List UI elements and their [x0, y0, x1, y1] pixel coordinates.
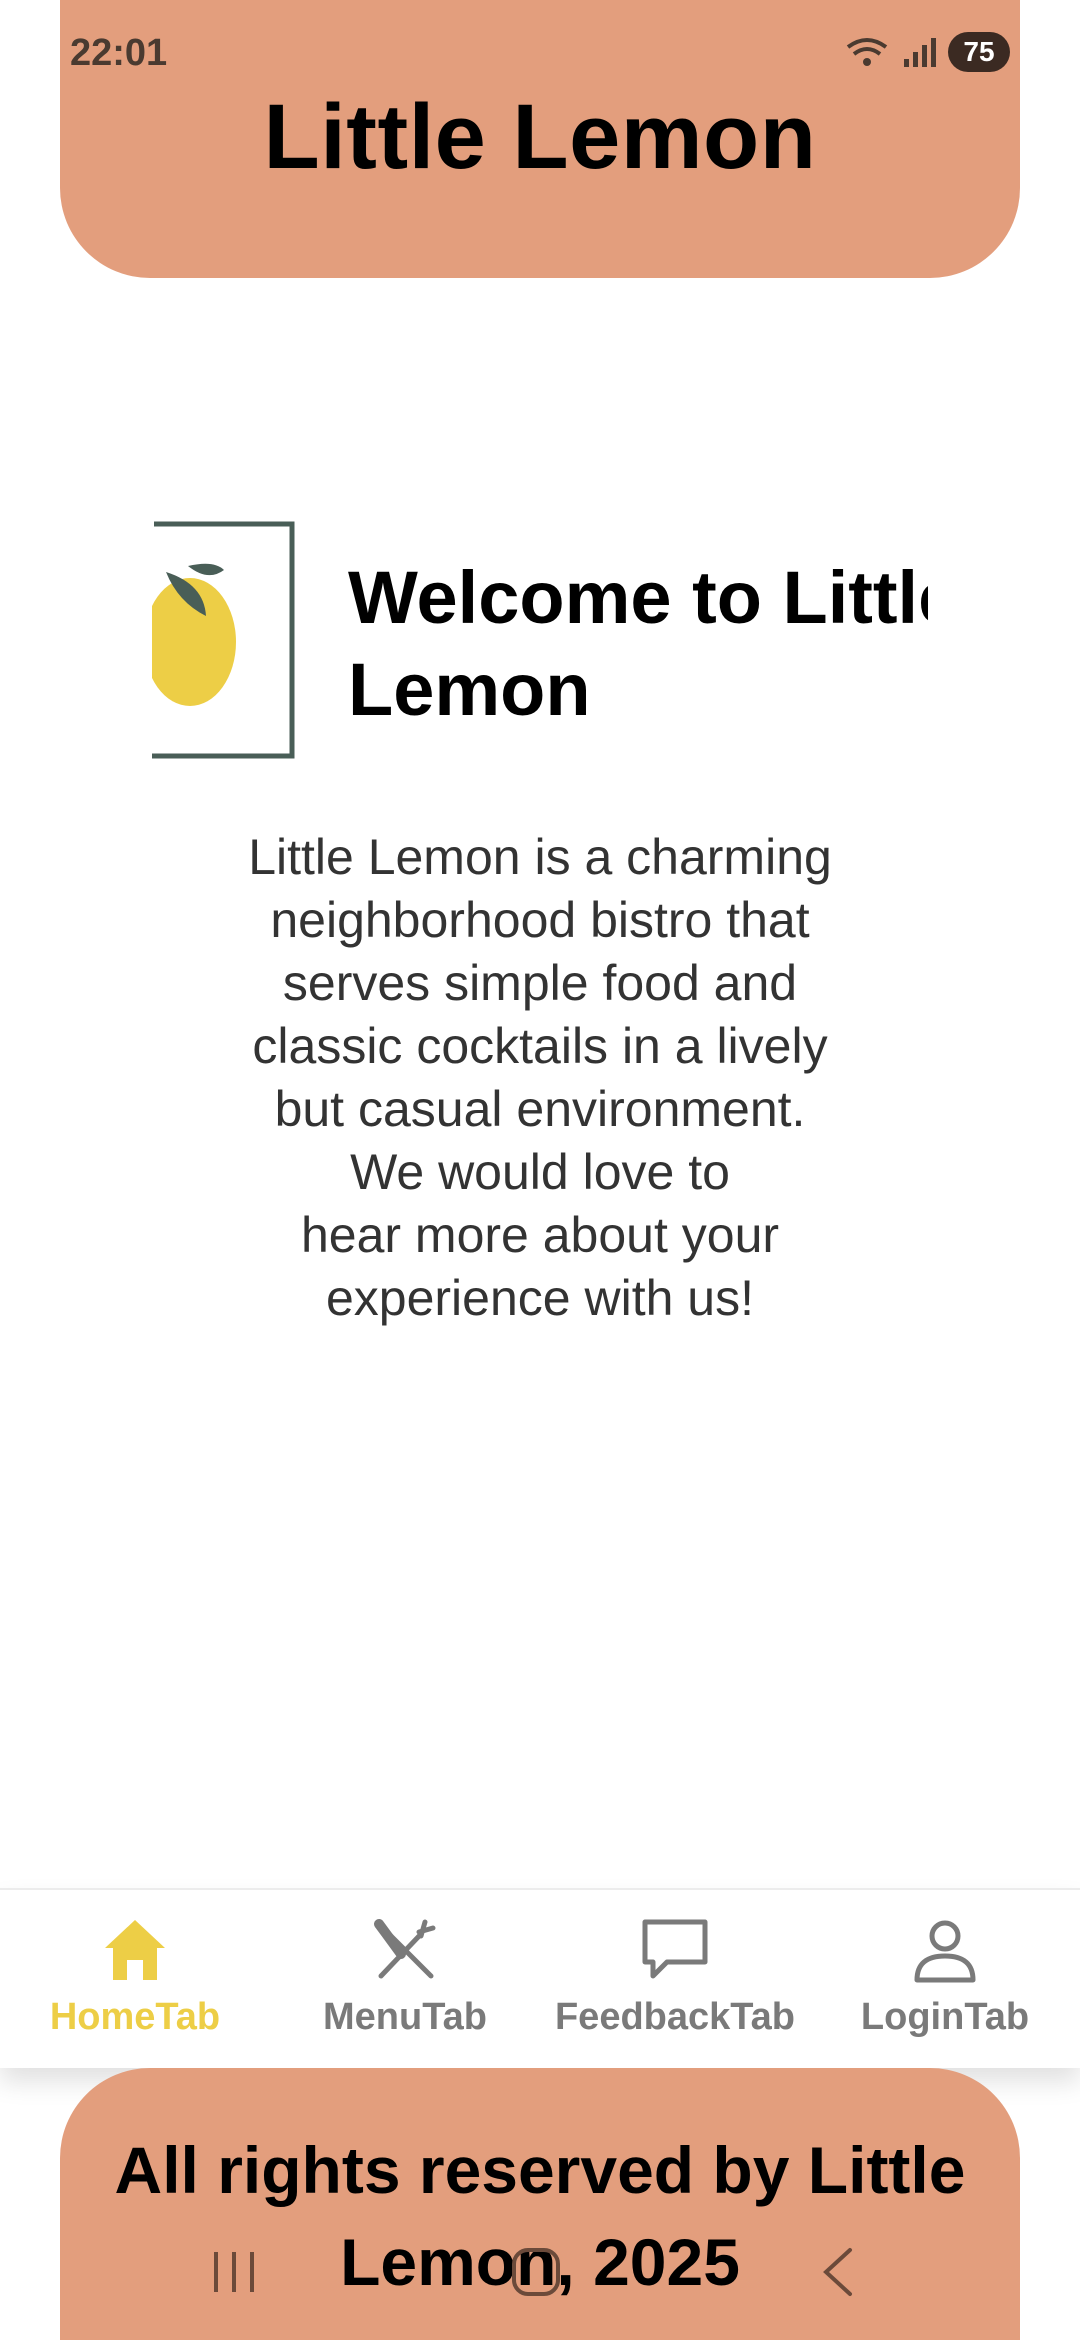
signal-icon: [904, 38, 936, 67]
tab-feedback-label: FeedbackTab: [554, 1996, 796, 2038]
welcome-description: Little Lemon is a charming neighborhood …: [180, 826, 900, 1330]
status-time: 22:01: [70, 32, 168, 74]
description-line: We would love to: [350, 1144, 730, 1200]
tab-login[interactable]: LoginTab: [810, 1890, 1080, 2068]
cutlery-icon: [374, 1919, 436, 1979]
chat-icon: [642, 1919, 708, 1979]
back-icon: [823, 2248, 852, 2296]
tab-menu[interactable]: MenuTab: [270, 1890, 540, 2068]
recents-icon: [214, 2252, 254, 2292]
lemon-icon: [144, 520, 295, 760]
tab-feedback[interactable]: FeedbackTab: [540, 1890, 810, 2068]
person-icon: [914, 1920, 976, 1983]
description-line: Little Lemon is a charming: [248, 829, 832, 885]
description-line: experience with us!: [325, 1270, 754, 1326]
description-line: hear more about your: [300, 1207, 780, 1263]
app-screen: Little Lemon 22:01 75 Welcome to Little …: [0, 0, 1080, 2340]
welcome-title-line-2: Lemon: [348, 648, 591, 731]
lemon-logo: [144, 520, 296, 760]
description-line: neighborhood bistro that: [270, 892, 810, 948]
home-icon: [105, 1920, 165, 1980]
bottom-tab-bar: HomeTab MenuTab FeedbackTab LoginTab: [0, 1888, 1080, 2068]
welcome-title: Welcome to Little Lemon: [348, 552, 928, 742]
tab-home-label: HomeTab: [49, 1996, 221, 2038]
description-line: classic cocktails in a lively: [252, 1018, 828, 1074]
footer-text: All rights reserved by Little Lemon, 202…: [115, 2124, 966, 2340]
description-line: serves simple food and: [282, 955, 798, 1011]
tab-login-label: LoginTab: [860, 1996, 1030, 2038]
home-system-button[interactable]: [506, 2240, 566, 2304]
header-title: Little Lemon: [263, 86, 817, 188]
battery-badge: 75: [948, 32, 1010, 72]
status-icons: 75: [844, 32, 1010, 72]
back-button[interactable]: [814, 2240, 864, 2304]
tab-home[interactable]: HomeTab: [0, 1890, 270, 2068]
recents-button[interactable]: [206, 2240, 262, 2304]
home-square-icon: [512, 2248, 560, 2296]
wifi-icon: [846, 38, 888, 66]
tab-menu-label: MenuTab: [323, 1996, 487, 2038]
footer-line-1: All rights reserved by Little: [114, 2133, 966, 2207]
description-line: but casual environment.: [274, 1081, 806, 1137]
welcome-title-line-1: Welcome to Little: [348, 556, 928, 639]
